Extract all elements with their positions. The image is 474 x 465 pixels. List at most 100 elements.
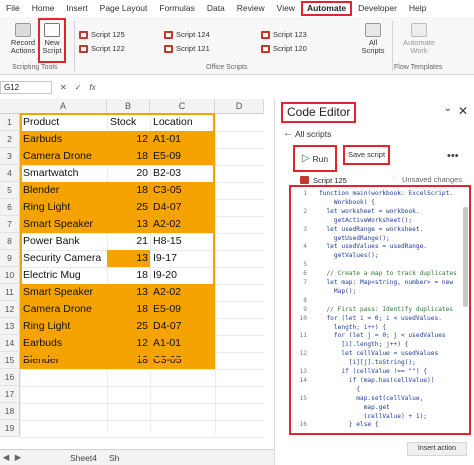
code-text: // First pass: Identify duplicates (319, 305, 454, 313)
code-text: getActiveWorksheet(); (319, 216, 413, 224)
row-header[interactable]: 1 (0, 114, 20, 131)
script-121-item[interactable]: Script 121 (164, 44, 210, 53)
code-text: let cellValue = usedValues (319, 350, 439, 358)
menu-tab-automate[interactable]: Automate (300, 1, 353, 16)
row-header[interactable]: 6 (0, 199, 20, 216)
all-scripts-link[interactable]: All scripts (295, 129, 331, 139)
row-header[interactable]: 9 (0, 250, 20, 267)
code-text: let worksheet = workbook. (319, 207, 420, 215)
run-button[interactable]: ▷ Run (293, 145, 337, 172)
menu-tab-insert[interactable]: Insert (60, 1, 93, 16)
menu-tab-view[interactable]: View (271, 1, 301, 16)
row-header[interactable]: 10 (0, 267, 20, 284)
sheet-prev-icon[interactable]: ◀ (0, 452, 12, 463)
close-icon[interactable]: ✕ (458, 104, 468, 118)
line-number: 10 (299, 314, 307, 322)
row-header[interactable]: 13 (0, 318, 20, 335)
gridline (20, 403, 264, 404)
code-text: for (let i = 0; i < usedValues. (319, 314, 442, 322)
spreadsheet-grid[interactable]: A B C D 1 2 3 4 5 6 7 8 9 10 11 12 13 14 15 16 17 18 19 Product… (0, 99, 264, 449)
sheet-next-icon[interactable]: ▶ (12, 452, 24, 463)
menu-tab-developer[interactable]: Developer (352, 1, 403, 16)
menu-tab-data[interactable]: Data (201, 1, 231, 16)
code-area[interactable]: 1 function main(workbook: ExcelScript. Wo… (289, 185, 471, 435)
column-header[interactable]: B (107, 99, 150, 114)
all-scripts-label: All Scripts (361, 38, 385, 55)
new-script-button[interactable]: New Script (38, 18, 66, 63)
automate-work-button[interactable]: Automate Work (398, 23, 440, 55)
ribbon-separator (392, 21, 393, 71)
column-header[interactable]: C (150, 99, 215, 114)
row-header[interactable]: 5 (0, 182, 20, 199)
ribbon: Record Actions New Script Scripting Tool… (0, 17, 474, 75)
script-122-item[interactable]: Script 122 (79, 44, 125, 53)
line-number: 9 (303, 305, 307, 313)
record-icon (15, 23, 31, 37)
script-125-item[interactable]: Script 125 (79, 30, 125, 39)
office-scripts-group-label: Office Scripts (206, 64, 248, 71)
line-number: 5 (303, 261, 307, 269)
all-scripts-button[interactable]: All Scripts (360, 23, 386, 55)
code-text: getUsedRange(); (319, 234, 390, 242)
script-label: Script 123 (273, 30, 307, 39)
sheet-tab[interactable]: Sheet4 (64, 453, 103, 463)
row-header[interactable]: 17 (0, 386, 20, 403)
column-header[interactable]: D (215, 99, 264, 114)
row-header[interactable]: 16 (0, 369, 20, 386)
name-box[interactable]: G12 (0, 80, 52, 94)
back-arrow-icon[interactable]: ← (283, 128, 293, 139)
code-scrollbar[interactable] (463, 207, 468, 307)
ribbon-separator (74, 21, 75, 71)
code-editor-pane: Code Editor ⌄ ✕ ← All scripts ▷ Run Save… (274, 99, 474, 465)
row-header[interactable]: 8 (0, 233, 20, 250)
pane-options-icon[interactable]: ⌄ (444, 103, 452, 114)
scripting-tools-group-label: Scripting Tools (12, 64, 58, 71)
script-label: Script 120 (273, 44, 307, 53)
column-header[interactable]: A (20, 99, 107, 114)
script-124-item[interactable]: Script 124 (164, 30, 210, 39)
insert-action-button[interactable]: Insert action (407, 442, 467, 456)
save-script-label: Save script (347, 150, 386, 159)
record-actions-button[interactable]: Record Actions (10, 23, 36, 55)
confirm-icon[interactable]: ✓ (75, 83, 82, 92)
row-header[interactable]: 11 (0, 284, 20, 301)
unsaved-status: Unsaved changes (402, 175, 463, 184)
row-header[interactable]: 4 (0, 165, 20, 182)
row-header[interactable]: 15 (0, 352, 20, 369)
row-header[interactable]: 14 (0, 335, 20, 352)
new-script-label: New Script (42, 38, 62, 55)
row-header[interactable]: 18 (0, 403, 20, 420)
menu-tab-file[interactable]: File (0, 1, 26, 16)
code-text: for (let j = 0; j < usedValues (319, 332, 446, 340)
menu-tab-page-layout[interactable]: Page Layout (94, 1, 154, 16)
code-editor-title: Code Editor (281, 102, 357, 123)
more-options-icon[interactable]: ••• (447, 150, 459, 162)
code-text: // Create a map to track duplicates (319, 270, 457, 278)
row-header[interactable]: 2 (0, 131, 20, 148)
line-number: 8 (303, 296, 307, 304)
code-text: getValues(); (319, 252, 379, 260)
menu-tab-help[interactable]: Help (403, 1, 432, 16)
script-123-item[interactable]: Script 123 (261, 30, 307, 39)
gridline (20, 420, 264, 421)
save-script-button[interactable]: Save script (343, 145, 390, 165)
formula-controls: ✕ ✓ fx (52, 83, 96, 92)
code-text: Map(); (319, 287, 357, 295)
row-header[interactable]: 3 (0, 148, 20, 165)
ribbon-tab-bar: File Home Insert Page Layout Formulas Data Rev… (0, 0, 474, 17)
code-text: map.get (319, 403, 390, 411)
script-icon (300, 176, 309, 184)
all-scripts-icon (365, 23, 381, 37)
menu-tab-review[interactable]: Review (231, 1, 271, 16)
row-header[interactable]: 7 (0, 216, 20, 233)
row-header[interactable]: 19 (0, 420, 20, 437)
fx-icon[interactable]: fx (89, 83, 95, 92)
script-120-item[interactable]: Script 120 (261, 44, 307, 53)
menu-tab-formulas[interactable]: Formulas (153, 1, 200, 16)
cancel-icon[interactable]: ✕ (60, 83, 67, 92)
row-header[interactable]: 12 (0, 301, 20, 318)
line-number: 11 (299, 332, 307, 340)
menu-tab-home[interactable]: Home (26, 1, 61, 16)
unsaved-icon: ◌ (392, 174, 397, 183)
sheet-tab[interactable]: Sh (103, 453, 125, 463)
